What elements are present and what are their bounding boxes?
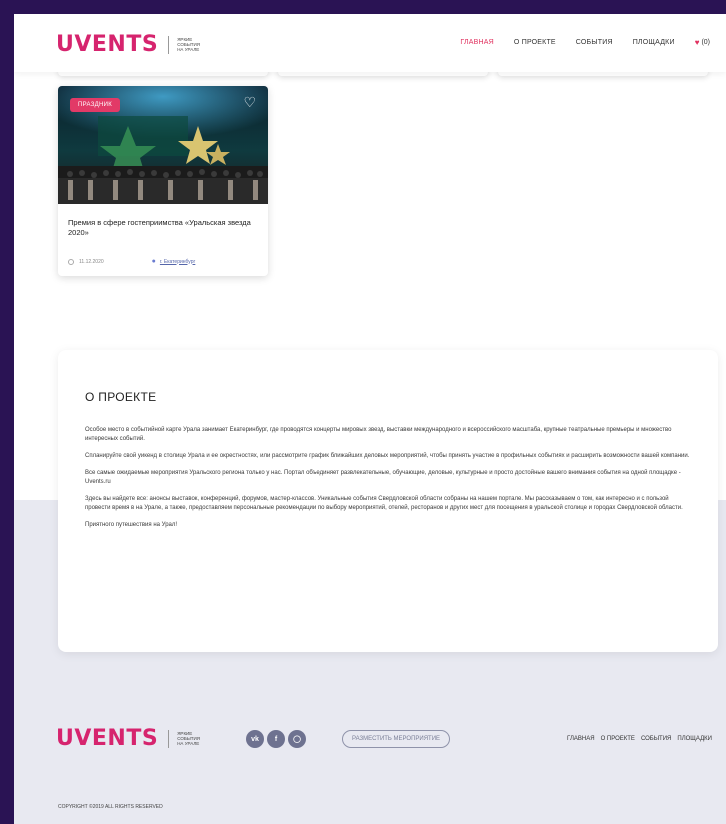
nav-item-about[interactable]: О ПРОЕКТЕ (514, 39, 556, 46)
footer-nav-venues[interactable]: ПЛОЩАДКИ (677, 736, 712, 742)
footer-nav-about[interactable]: О ПРОЕКТЕ (601, 736, 635, 742)
category-badge[interactable]: ПРАЗДНИК (70, 98, 121, 112)
logo-divider (168, 729, 170, 748)
logo-tagline: Яркие события на Урале (177, 37, 201, 52)
social-links: vk f ◯ (246, 730, 309, 748)
nav-item-events[interactable]: СОБЫТИЯ (576, 39, 613, 46)
about-paragraph: Приятного путешествия на Урал! (85, 522, 178, 528)
about-title: О ПРОЕКТЕ (85, 390, 157, 404)
clock-icon (68, 258, 74, 265)
place-event-button[interactable]: РАЗМЕСТИТЬ МЕРОПРИЯТИЕ (342, 730, 451, 748)
footer-nav-events[interactable]: СОБЫТИЯ (641, 736, 671, 742)
favorites-link[interactable]: ♥ (0) (695, 38, 710, 47)
footer-nav: ГЛАВНАЯ О ПРОЕКТЕ СОБЫТИЯ ПЛОЩАДКИ (561, 736, 712, 742)
event-date: 11.12.2020 (68, 258, 104, 265)
about-paragraph: Здесь вы найдете все: анонсы выставок, к… (85, 496, 683, 511)
event-date-text: 11.12.2020 (79, 258, 104, 265)
logo-tagline: Яркие события на Урале (177, 731, 201, 746)
nav-item-venues[interactable]: ПЛОЩАДКИ (633, 39, 675, 46)
heart-icon: ♥ (694, 38, 700, 47)
event-meta: 11.12.2020 ● г. Екатеринбург (68, 258, 258, 265)
facebook-icon[interactable]: f (267, 730, 285, 748)
about-paragraph: Все самые ожидаемые мероприятия Уральско… (85, 470, 681, 485)
logo-text: UVENTS (56, 32, 159, 57)
copyright: COPYRIGHT ©2019 ALL RIGHTS RESERVED (58, 804, 163, 810)
about-section: О ПРОЕКТЕ Особое место в событийной карт… (58, 350, 718, 652)
about-paragraph: Спланируйте свой уикенд в столице Урала … (85, 453, 690, 459)
site-header: UVENTS Яркие события на Урале ГЛАВНАЯ О … (14, 14, 726, 72)
event-title[interactable]: Премия в сфере гостеприимства «Уральская… (68, 218, 258, 238)
logo-divider (168, 35, 170, 54)
footer-logo[interactable]: UVENTS Яркие события на Урале (56, 726, 207, 751)
event-image: ПРАЗДНИК ♡ (58, 86, 268, 204)
event-card[interactable]: ПРАЗДНИК ♡ Премия в сфере гостеприимства… (58, 86, 268, 276)
favorites-count: (0) (701, 39, 710, 46)
location-pin-icon: ● (151, 258, 156, 265)
footer-nav-home[interactable]: ГЛАВНАЯ (567, 736, 595, 742)
header-logo[interactable]: UVENTS Яркие события на Урале (56, 32, 207, 57)
favorite-heart-icon[interactable]: ♡ (243, 95, 256, 109)
logo-text: UVENTS (56, 726, 159, 751)
event-city-text[interactable]: г. Екатеринбург (160, 259, 195, 265)
nav-item-home[interactable]: ГЛАВНАЯ (460, 39, 494, 46)
vk-icon[interactable]: vk (246, 730, 264, 748)
main-nav: ГЛАВНАЯ О ПРОЕКТЕ СОБЫТИЯ ПЛОЩАДКИ ♥ (0) (440, 38, 710, 47)
instagram-icon[interactable]: ◯ (288, 730, 306, 748)
site-footer: UVENTS Яркие события на Урале vk f ◯ РАЗ… (14, 714, 726, 824)
page: UVENTS Яркие события на Урале ГЛАВНАЯ О … (14, 14, 726, 824)
about-paragraph: Особое место в событийной карте Урала за… (85, 427, 672, 442)
event-city[interactable]: ● г. Екатеринбург (152, 258, 196, 265)
